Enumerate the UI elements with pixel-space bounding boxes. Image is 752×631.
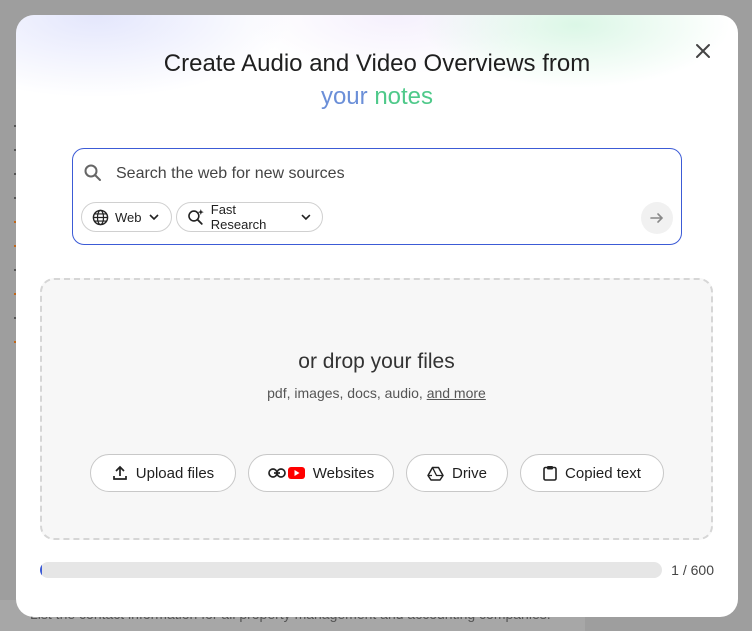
upload-icon [112,465,127,480]
source-type-dropdown[interactable]: Web [81,202,172,232]
research-mode-dropdown[interactable]: Fast Research [176,202,323,232]
upload-files-label: Upload files [135,464,215,482]
clipboard-icon [543,466,557,481]
source-type-label: Web [115,209,142,225]
add-sources-dialog: Create Audio and Video Overviews from yo… [16,15,738,617]
link-icon [267,468,286,478]
drop-zone-subtitle: pdf, images, docs, audio, and more [42,385,711,401]
globe-icon [92,209,109,225]
source-limit-bar [40,562,662,578]
source-count: 1 / 600 [671,562,714,578]
dialog-title: Create Audio and Video Overviews from [163,50,591,77]
drive-button[interactable]: Drive [406,454,508,492]
search-input[interactable] [116,162,616,186]
title-word-notes: notes [374,83,434,110]
youtube-icon [287,467,305,479]
chevron-down-icon [301,214,311,221]
dialog-title-line2: your notes [16,81,738,113]
web-search-box: Web Fast Research [72,148,682,245]
drive-label: Drive [451,464,487,482]
drop-zone-title: or drop your files [298,350,455,373]
title-word-your: your [320,83,368,110]
websites-label: Websites [312,464,375,482]
websites-button[interactable]: Websites [248,454,394,492]
source-limit-fill [40,562,43,578]
copied-text-label: Copied text [565,464,641,482]
arrow-right-icon [650,213,664,223]
supported-types-text: pdf, images, docs, audio, [267,385,423,401]
more-file-types-link[interactable]: and more [427,385,486,401]
drive-icon [427,466,444,481]
chevron-down-icon [148,214,159,221]
search-icon [84,164,101,181]
sparkle-search-icon [188,209,204,225]
copied-text-button[interactable]: Copied text [520,454,664,492]
research-mode-label: Fast Research [210,202,267,232]
submit-search-button[interactable] [641,202,673,234]
file-drop-zone[interactable]: or drop your files pdf, images, docs, au… [40,278,713,540]
upload-files-button[interactable]: Upload files [90,454,236,492]
